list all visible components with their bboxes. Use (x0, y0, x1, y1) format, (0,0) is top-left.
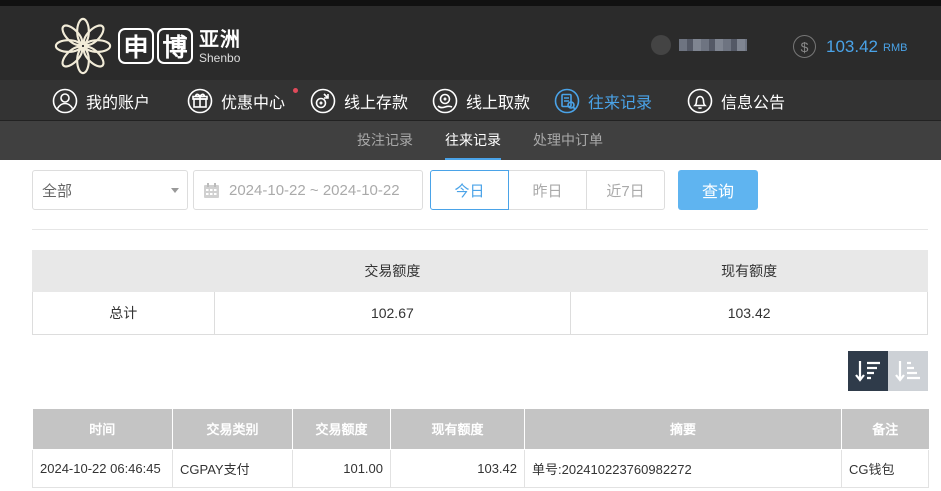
type-select-value: 全部 (42, 182, 73, 200)
main-nav: 我的账户 优惠中心 线上存款 线上取款 往来记录 信息公告 (0, 80, 941, 121)
balance-amount: 103.42 (826, 36, 878, 56)
nav-label: 信息公告 (721, 94, 786, 112)
sort-desc-button[interactable] (848, 351, 888, 391)
col-header-balance[interactable]: 现有额度 (390, 409, 525, 450)
summary-total-transaction: 102.67 (213, 291, 572, 335)
divider (32, 229, 928, 230)
logo-char-shen: 申 (118, 28, 154, 64)
user-icon (52, 88, 78, 113)
nav-label: 我的账户 (86, 94, 151, 112)
nav-withdraw[interactable]: 线上取款 (432, 80, 530, 121)
summary-header-current: 现有额度 (570, 250, 928, 292)
tab-pending-orders[interactable]: 处理中订单 (533, 121, 603, 160)
sort-asc-button[interactable] (888, 351, 928, 391)
type-select[interactable]: 全部 (32, 170, 188, 210)
gift-icon (187, 88, 213, 113)
cell-amount: 101.00 (292, 448, 391, 488)
records-header-row: 时间 交易类别 交易额度 现有额度 摘要 备注 (32, 409, 929, 450)
summary-total-row: 总计 102.67 103.42 (32, 291, 928, 335)
summary-header-empty (32, 250, 215, 292)
balance-display: $ 103.42 RMB (793, 35, 907, 58)
username-blur (679, 39, 747, 51)
quick-range-group: 今日 昨日 近7日 (430, 170, 665, 210)
date-range-value: 2024-10-22 ~ 2024-10-22 (229, 181, 400, 199)
sort-desc-icon (855, 361, 880, 382)
range-7days-button[interactable]: 近7日 (586, 170, 665, 210)
nav-deposit[interactable]: 线上存款 (310, 80, 408, 121)
nav-label: 线上存款 (344, 94, 409, 112)
summary-total-current: 103.42 (570, 291, 928, 335)
dollar-coin-icon: $ (793, 35, 816, 58)
table-row[interactable]: 2024-10-22 06:46:45 CGPAY支付 101.00 103.4… (32, 448, 929, 488)
cell-balance: 103.42 (390, 448, 525, 488)
sub-nav: 投注记录 往来记录 处理中订单 (0, 121, 941, 160)
col-header-time[interactable]: 时间 (32, 409, 173, 450)
summary-header-transaction: 交易额度 (213, 250, 572, 292)
cell-type: CGPAY支付 (172, 448, 293, 488)
cell-time: 2024-10-22 06:46:45 (32, 448, 173, 488)
nav-my-account[interactable]: 我的账户 (52, 80, 150, 121)
range-yesterday-button[interactable]: 昨日 (508, 170, 587, 210)
nav-label: 往来记录 (588, 94, 653, 112)
logo-char-bo: 博 (157, 28, 193, 64)
tab-bet-records[interactable]: 投注记录 (357, 121, 413, 160)
notification-dot (293, 88, 298, 93)
username-redacted[interactable] (651, 34, 751, 56)
nav-label: 线上取款 (466, 94, 531, 112)
date-range-picker[interactable]: 2024-10-22 ~ 2024-10-22 (193, 170, 423, 210)
cell-summary: 单号:202410223760982272 (524, 448, 842, 488)
logo-text: 亚洲 Shenbo (199, 29, 241, 64)
col-header-amount[interactable]: 交易额度 (292, 409, 391, 450)
withdraw-icon (432, 88, 458, 113)
summary-table: 交易额度 现有额度 总计 102.67 103.42 (32, 250, 928, 335)
col-header-type[interactable]: 交易类别 (172, 409, 293, 450)
cell-note: CG钱包 (841, 448, 929, 488)
query-button[interactable]: 查询 (678, 170, 758, 210)
col-header-summary[interactable]: 摘要 (524, 409, 842, 450)
range-today-button[interactable]: 今日 (430, 170, 509, 210)
nav-promotions[interactable]: 优惠中心 (187, 80, 298, 121)
summary-header-row: 交易额度 现有额度 (32, 250, 928, 292)
records-icon (554, 88, 580, 113)
summary-total-label: 总计 (32, 291, 215, 335)
site-logo[interactable]: 申 博 亚洲 Shenbo (52, 14, 241, 78)
balance-unit: RMB (883, 42, 908, 54)
tab-transaction-records[interactable]: 往来记录 (445, 121, 501, 160)
caret-down-icon (171, 188, 179, 193)
deposit-icon (310, 88, 336, 113)
avatar (651, 35, 671, 55)
records-table: 时间 交易类别 交易额度 现有额度 摘要 备注 2024-10-22 06:46… (32, 409, 929, 488)
logo-en: Shenbo (199, 50, 241, 65)
nav-label: 优惠中心 (221, 94, 286, 112)
nav-records[interactable]: 往来记录 (554, 80, 652, 121)
sort-asc-icon (895, 361, 920, 382)
calendar-icon (204, 182, 219, 198)
top-header: 申 博 亚洲 Shenbo $ 103.42 RMB (0, 0, 941, 80)
lotus-logo-icon (54, 17, 112, 75)
col-header-note[interactable]: 备注 (841, 409, 929, 450)
logo-cn: 亚洲 (199, 26, 241, 51)
nav-announcements[interactable]: 信息公告 (687, 80, 785, 121)
bell-icon (687, 88, 713, 113)
